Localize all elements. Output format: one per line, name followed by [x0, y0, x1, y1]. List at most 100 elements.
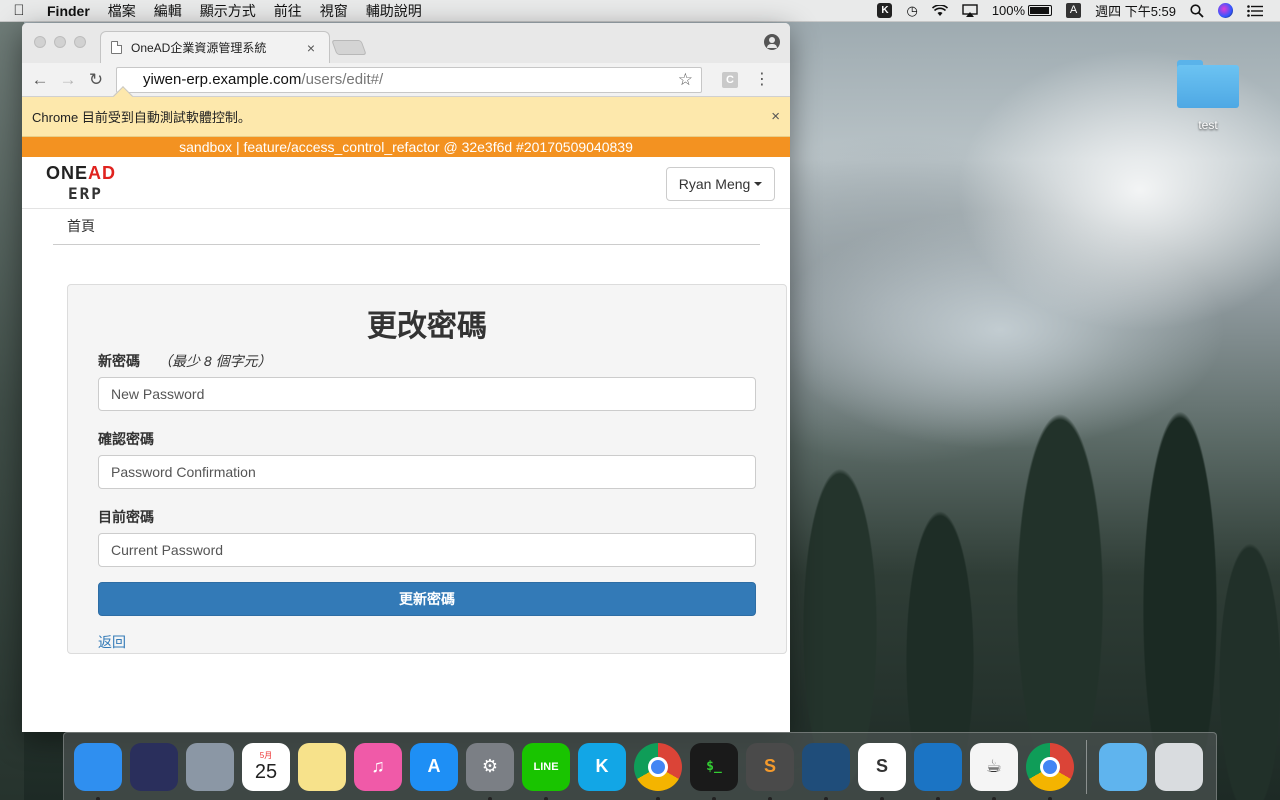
browser-toolbar: ← → ↻ yiwen-erp.example.com/users/edit#/…	[22, 63, 790, 97]
desktop-folder-label: test	[1198, 118, 1218, 132]
search-icon[interactable]	[1183, 3, 1211, 18]
keyboard-icon[interactable]: K	[870, 3, 899, 18]
dock-line-icon[interactable]: LINE	[522, 742, 570, 800]
dock-trash-icon[interactable]	[1155, 742, 1203, 791]
menu-help[interactable]: 輔助說明	[357, 1, 431, 21]
menu-edit[interactable]: 編輯	[145, 1, 191, 21]
menu-bar:  Finder 檔案 編輯 顯示方式 前往 視窗 輔助說明 K ◷ 100% …	[0, 0, 1280, 22]
new-password-hint: （最少 8 個字元）	[158, 353, 272, 369]
running-indicator	[936, 796, 940, 800]
confirm-password-field[interactable]	[98, 455, 756, 489]
site-logo[interactable]: ONEAD ERP	[46, 163, 136, 203]
user-menu-dropdown[interactable]: Ryan Meng	[666, 167, 775, 201]
menu-window[interactable]: 視窗	[311, 1, 357, 21]
dock-siri-icon[interactable]	[130, 742, 178, 791]
tab-title: OneAD企業資源管理系統	[131, 41, 267, 55]
dock-sourcetree-icon[interactable]	[802, 742, 850, 800]
airplay-icon[interactable]	[955, 4, 985, 17]
extension-icon[interactable]: C	[722, 71, 738, 88]
dock-calendar-icon[interactable]: 5月 25	[242, 742, 290, 791]
window-controls	[34, 36, 86, 48]
folder-icon	[1177, 60, 1239, 108]
battery-percent: 100%	[991, 3, 1026, 18]
zoom-window-button[interactable]	[74, 36, 86, 48]
user-menu-label: Ryan Meng	[678, 176, 751, 192]
dock-notes-icon[interactable]	[298, 742, 346, 791]
update-password-button[interactable]: 更新密碼	[98, 582, 756, 616]
menu-view[interactable]: 顯示方式	[191, 1, 265, 21]
browser-tab[interactable]: OneAD企業資源管理系統 ×	[100, 31, 330, 63]
confirm-password-label: 確認密碼	[98, 431, 154, 447]
wallpaper-left-strip	[0, 22, 24, 800]
running-indicator	[1048, 796, 1052, 800]
running-indicator	[544, 796, 548, 800]
dock-separator	[1086, 739, 1087, 794]
dock-java-icon[interactable]: ☕	[970, 742, 1018, 800]
dock-app-store-icon[interactable]: A	[410, 742, 458, 791]
dock: 5月 25 ♫ A ⚙ LINE K $_ S S ☕	[63, 732, 1217, 800]
bookmark-star-icon[interactable]: ☆	[678, 70, 693, 90]
siri-icon[interactable]	[1211, 3, 1240, 18]
running-indicator	[768, 796, 772, 800]
dock-slack-icon[interactable]: S	[858, 742, 906, 800]
dock-finder-icon[interactable]	[74, 742, 122, 800]
minimize-window-button[interactable]	[54, 36, 66, 48]
running-indicator	[880, 796, 884, 800]
current-password-field[interactable]	[98, 533, 756, 567]
running-indicator	[488, 796, 492, 800]
running-indicator	[824, 796, 828, 800]
back-arrow-icon[interactable]: ←	[26, 70, 54, 90]
tab-close-icon[interactable]: ×	[303, 40, 319, 56]
running-indicator	[712, 796, 716, 800]
status-area: K ◷ 100% A 週四 下午5:59	[870, 1, 1280, 20]
notification-center-icon[interactable]	[1240, 4, 1270, 17]
running-indicator	[992, 796, 996, 800]
new-tab-button[interactable]	[331, 40, 367, 55]
menu-go[interactable]: 前往	[265, 1, 311, 21]
desktop-folder[interactable]: test	[1172, 60, 1244, 132]
dock-visual-studio-code-icon[interactable]	[914, 742, 962, 800]
url-path: /users/edit#/	[301, 71, 384, 88]
clock[interactable]: 週四 下午5:59	[1088, 1, 1183, 20]
tab-strip: OneAD企業資源管理系統 ×	[22, 23, 790, 63]
dock-launchpad-icon[interactable]	[186, 742, 234, 791]
time-machine-icon[interactable]: ◷	[899, 3, 924, 19]
address-bar[interactable]: yiwen-erp.example.com/users/edit#/ ☆	[116, 66, 702, 93]
site-header: ONEAD ERP Ryan Meng	[22, 157, 790, 209]
input-source-icon[interactable]: A	[1059, 3, 1088, 18]
page-title: 更改密碼	[367, 310, 487, 343]
logo-subtitle: ERP	[68, 184, 103, 203]
infobar-text: Chrome 目前受到自動測試軟體控制。	[32, 110, 251, 125]
close-window-button[interactable]	[34, 36, 46, 48]
menu-file[interactable]: 檔案	[99, 1, 145, 21]
dock-downloads-folder-icon[interactable]	[1099, 742, 1147, 791]
dock-sublime-text-icon[interactable]: S	[746, 742, 794, 800]
dock-chrome-icon[interactable]	[634, 742, 682, 800]
menu-app-name[interactable]: Finder	[38, 3, 99, 19]
profile-icon[interactable]	[764, 34, 780, 50]
dock-kkbox-icon[interactable]: K	[578, 742, 626, 791]
infobar-close-icon[interactable]: ×	[771, 108, 780, 125]
forward-arrow-icon[interactable]: →	[54, 70, 82, 90]
page-icon	[111, 41, 122, 54]
new-password-label: 新密碼 （最少 8 個字元）	[98, 353, 272, 369]
wifi-icon[interactable]	[925, 4, 955, 17]
breadcrumb-home[interactable]: 首頁	[67, 218, 95, 234]
environment-banner: sandbox | feature/access_control_refacto…	[22, 137, 790, 157]
back-link[interactable]: 返回	[98, 632, 126, 652]
reload-icon[interactable]: ↻	[82, 70, 110, 90]
dock-system-preferences-icon[interactable]: ⚙	[466, 742, 514, 800]
new-password-field[interactable]	[98, 377, 756, 411]
dock-chrome-canary-icon[interactable]	[1026, 742, 1074, 800]
dock-itunes-icon[interactable]: ♫	[354, 742, 402, 791]
battery-icon	[1028, 5, 1053, 16]
current-password-label: 目前密碼	[98, 509, 154, 525]
browser-menu-icon[interactable]: ⋮	[754, 71, 770, 87]
battery-status[interactable]: 100%	[985, 3, 1059, 18]
browser-window: OneAD企業資源管理系統 × ← → ↻ yiwen-erp.example.…	[22, 23, 790, 732]
apple-menu-icon[interactable]: 	[0, 2, 38, 19]
wallpaper-trees	[780, 300, 1280, 800]
logo-wordmark: ONEAD	[46, 163, 117, 183]
caret-down-icon	[754, 182, 763, 186]
dock-terminal-icon[interactable]: $_	[690, 742, 738, 800]
